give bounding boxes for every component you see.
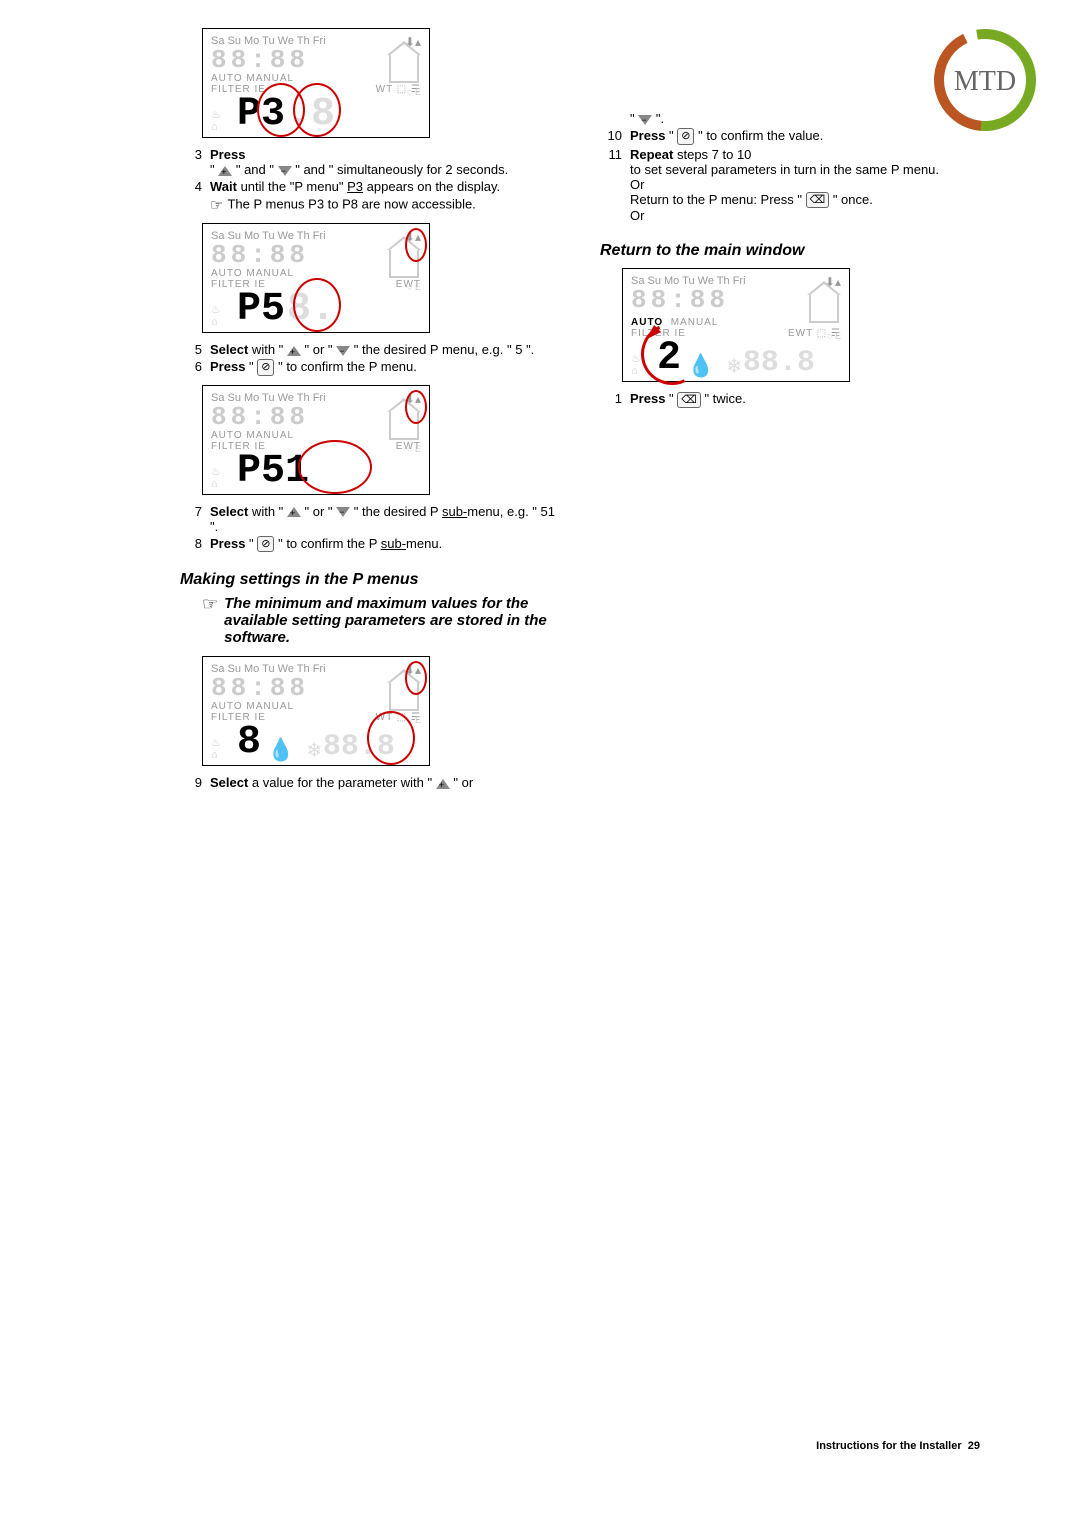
minus-icon (278, 166, 292, 176)
clock-ok-icon: ⊘ (257, 359, 274, 375)
plus-icon (287, 507, 301, 517)
minus-icon (638, 115, 652, 125)
right-column: " ". 10Press " ⊘ " to confirm the value.… (600, 20, 980, 791)
clock-ok-icon: ⊘ (677, 128, 694, 144)
lcd-display-main: Sa Su Mo Tu We Th Fri ⬇▴ 88:88 AUTO MANU… (622, 268, 850, 382)
steps-table: 3Press " " and " " and " simultaneously … (180, 146, 560, 215)
page-footer: Instructions for the Installer 29 (816, 1440, 980, 1452)
left-column: Sa Su Mo Tu We Th Fri ⬇▴ 88:88 AUTO MANU… (180, 20, 560, 791)
minus-icon (336, 346, 350, 356)
clock-ok-icon: ⊘ (257, 536, 274, 552)
heading-return: Return to the main window (600, 242, 980, 260)
plus-icon (218, 166, 232, 176)
lcd-display-p5: Sa Su Mo Tu We Th Fri ⬇▴ 88:88 AUTO MANU… (202, 223, 430, 333)
plus-icon (436, 779, 450, 789)
mtd-logo: MTD (930, 25, 1040, 135)
minus-icon (336, 507, 350, 517)
cancel-icon: ⌫ (677, 392, 701, 408)
page: MTD Sa Su Mo Tu We Th Fri ⬇▴ 88:88 AUTO … (0, 0, 1080, 1480)
lcd-display-p51: Sa Su Mo Tu We Th Fri ⬇▴ 88:88 AUTO MANU… (202, 385, 430, 495)
hand-icon: ☞ (202, 595, 218, 646)
cancel-icon: ⌫ (806, 192, 830, 208)
step3-text: " and " simultaneously for 2 seconds. (292, 162, 509, 177)
svg-text:MTD: MTD (954, 66, 1016, 97)
lcd-display-p3: Sa Su Mo Tu We Th Fri ⬇▴ 88:88 AUTO MANU… (202, 28, 430, 138)
lcd-display-value: Sa Su Mo Tu We Th Fri ⬇▴ 88:88 AUTO MANU… (202, 656, 430, 766)
hand-icon: ☞ (210, 197, 223, 214)
plus-icon (287, 346, 301, 356)
heading-settings: Making settings in the P menus (180, 571, 560, 589)
hint-box: ☞The minimum and maximum values for the … (202, 595, 560, 646)
